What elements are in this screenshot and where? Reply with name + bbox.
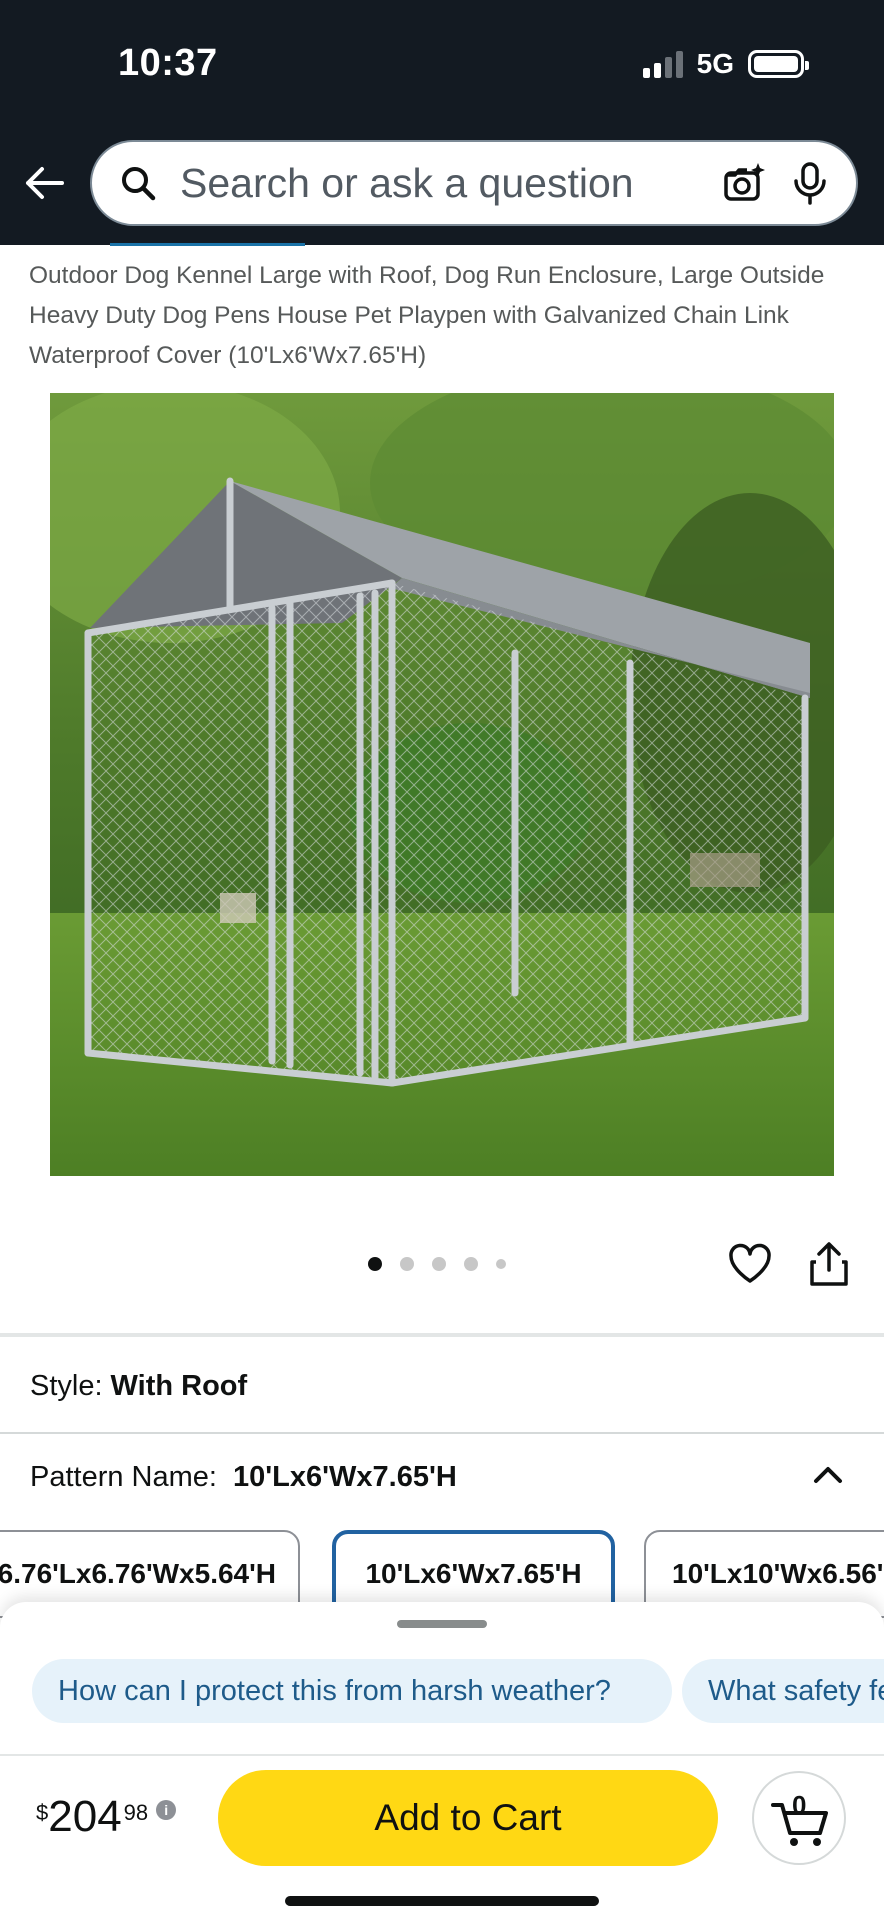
chevron-up-icon[interactable]: [808, 1454, 848, 1494]
pattern-selector[interactable]: Pattern Name: 10'Lx6'Wx7.65'H: [30, 1461, 457, 1494]
camera-lens-icon[interactable]: [720, 159, 768, 207]
product-title: Outdoor Dog Kennel Large with Roof, Dog …: [29, 262, 825, 369]
share-icon[interactable]: [806, 1240, 852, 1288]
section-divider: [0, 1432, 884, 1434]
suggested-question-chip[interactable]: How can I protect this from harsh weathe…: [32, 1659, 672, 1723]
price-fraction: 98: [123, 1800, 149, 1825]
pattern-label: Pattern Name:: [30, 1461, 217, 1493]
style-value: With Roof: [110, 1370, 248, 1402]
status-icons: 5G: [642, 48, 809, 80]
pattern-value: 10'Lx6'Wx7.65'H: [232, 1461, 457, 1493]
image-carousel-dots[interactable]: [368, 1257, 506, 1271]
cart-icon: [771, 1803, 828, 1846]
network-type: 5G: [696, 48, 734, 79]
sheet-drag-handle[interactable]: [397, 1620, 487, 1628]
carousel-dot[interactable]: [496, 1259, 506, 1269]
price: $ 204 98 i: [36, 1792, 177, 1842]
search-input[interactable]: Search or ask a question: [90, 140, 858, 226]
price-currency: $: [36, 1800, 49, 1825]
home-indicator: [285, 1896, 599, 1906]
price-whole: 204: [48, 1792, 122, 1841]
carousel-dot[interactable]: [400, 1257, 414, 1271]
battery-icon: [748, 50, 809, 78]
style-selector[interactable]: Style: With Roof: [30, 1370, 247, 1403]
search-icon: [114, 159, 162, 207]
sheet-divider: [0, 1754, 884, 1756]
signal-icon: [642, 50, 683, 78]
carousel-dot[interactable]: [368, 1257, 382, 1271]
status-time: 10:37: [118, 42, 218, 84]
back-arrow-icon[interactable]: [22, 160, 68, 206]
product-page: 10:37 5G Search or ask a question Outdoo: [0, 0, 884, 1920]
info-icon[interactable]: i: [156, 1800, 177, 1820]
section-divider: [0, 1333, 884, 1337]
add-to-cart-button[interactable]: Add to Cart: [218, 1770, 718, 1866]
style-label: Style:: [30, 1370, 103, 1402]
microphone-icon[interactable]: [786, 159, 834, 207]
cart-button[interactable]: 0: [752, 1771, 846, 1865]
app-header: 10:37 5G Search or ask a question: [0, 0, 884, 245]
heart-icon[interactable]: [727, 1241, 773, 1287]
carousel-dot[interactable]: [464, 1257, 478, 1271]
product-image[interactable]: [50, 393, 834, 1176]
carousel-dot[interactable]: [432, 1257, 446, 1271]
suggested-question-chip[interactable]: What safety features does it have?: [682, 1659, 884, 1723]
search-placeholder: Search or ask a question: [180, 159, 634, 206]
bottom-sheet: How can I protect this from harsh weathe…: [0, 1602, 884, 1920]
header-underline: [110, 243, 305, 246]
